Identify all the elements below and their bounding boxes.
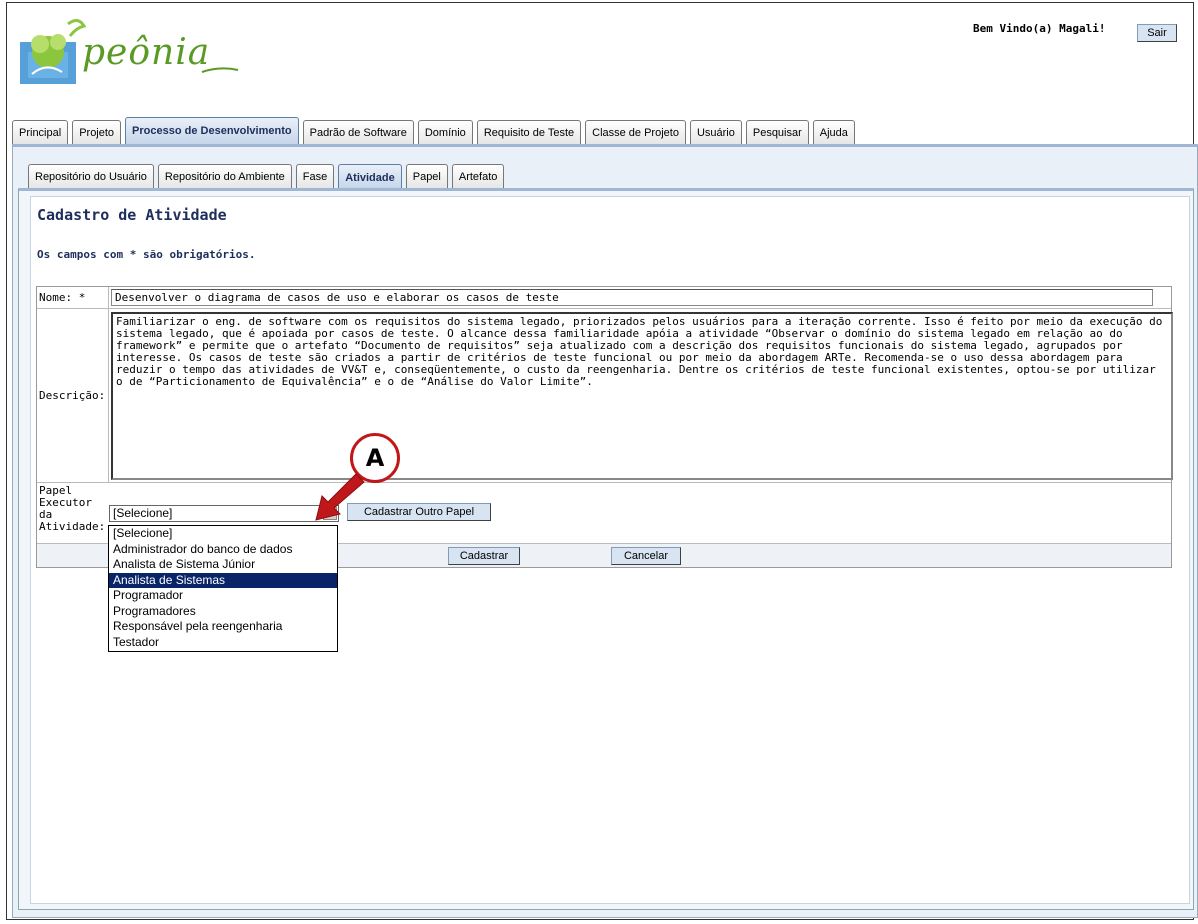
nome-row: Nome: * Desenvolver o diagrama de casos … (37, 287, 1171, 309)
nome-label: Nome: * (37, 287, 109, 308)
tab-processo-desenvolvimento[interactable]: Processo de Desenvolvimento (125, 117, 299, 144)
tab-classe-projeto[interactable]: Classe de Projeto (585, 120, 686, 144)
peonia-logo: peônia (18, 14, 239, 94)
page-title: Cadastro de Atividade (37, 206, 227, 224)
annotation-arrow-icon (315, 473, 365, 521)
logout-button[interactable]: Sair (1137, 24, 1177, 42)
dropdown-option[interactable]: Analista de Sistema Júnior (109, 557, 337, 573)
logo-text: peônia (82, 32, 211, 73)
tab-padrao-software[interactable]: Padrão de Software (302, 120, 414, 144)
dropdown-option[interactable]: Programador (109, 588, 337, 604)
tab-atividade[interactable]: Atividade (338, 164, 402, 188)
tab-dominio[interactable]: Domínio (417, 120, 473, 144)
dropdown-option[interactable]: Administrador do banco de dados (109, 542, 337, 558)
dropdown-option[interactable]: Testador (109, 635, 337, 651)
tab-requisito-teste[interactable]: Requisito de Teste (476, 120, 582, 144)
cadastrar-button[interactable]: Cadastrar (448, 547, 520, 565)
tab-usuario[interactable]: Usuário (689, 120, 742, 144)
dropdown-option[interactable]: Programadores (109, 604, 337, 620)
papel-select-value: [Selecione] (113, 506, 173, 520)
dropdown-option-highlighted[interactable]: Analista de Sistemas (109, 572, 337, 588)
dropdown-option[interactable]: [Selecione] (109, 526, 337, 542)
tab-fase[interactable]: Fase (295, 164, 335, 188)
papel-label-line: Atividade: (39, 520, 106, 533)
tab-artefato[interactable]: Artefato (451, 164, 505, 188)
welcome-message: Bem Vindo(a) Magali! (973, 22, 1106, 35)
descricao-label: Descrição: (37, 309, 109, 482)
papel-label: Papel Executor da Atividade: (37, 483, 109, 541)
nome-field[interactable]: Desenvolver o diagrama de casos de uso e… (111, 289, 1153, 306)
tab-projeto[interactable]: Projeto (72, 120, 122, 144)
tab-pesquisar[interactable]: Pesquisar (745, 120, 809, 144)
cancel-button[interactable]: Cancelar (611, 547, 681, 565)
descricao-row: Descrição: Familiarizar o eng. de softwa… (37, 309, 1173, 483)
papel-dropdown-list: [Selecione] Administrador do banco de da… (108, 525, 338, 652)
tab-papel[interactable]: Papel (405, 164, 448, 188)
required-note: Os campos com * são obrigatórios. (37, 248, 256, 261)
tab-principal[interactable]: Principal (12, 120, 69, 144)
dropdown-option[interactable]: Responsável pela reengenharia (109, 619, 337, 635)
tab-ajuda[interactable]: Ajuda (812, 120, 855, 144)
sub-tabs: Repositório do Usuário Repositório do Am… (28, 160, 508, 188)
tab-repositorio-ambiente[interactable]: Repositório do Ambiente (157, 164, 292, 188)
tab-repositorio-usuario[interactable]: Repositório do Usuário (28, 164, 154, 188)
logo-swash-icon (201, 67, 239, 73)
descricao-textarea[interactable]: Familiarizar o eng. de software com os r… (111, 312, 1173, 480)
main-tabs: Principal Projeto Processo de Desenvolvi… (12, 116, 859, 144)
